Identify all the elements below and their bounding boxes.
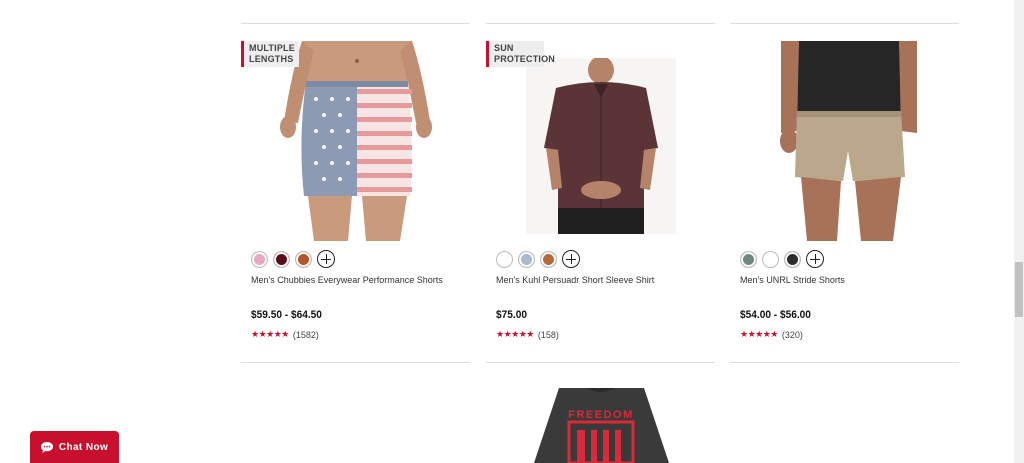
color-swatch-maroon[interactable] — [273, 250, 290, 268]
color-swatch-white[interactable] — [762, 250, 779, 268]
product-rating[interactable]: ★★★★★ (1582) — [251, 329, 319, 340]
color-swatch-black[interactable] — [784, 250, 801, 268]
color-swatch-rust[interactable] — [295, 250, 312, 268]
product-column: Men's UNRL Stride Shorts $54.00 - $56.00… — [730, 0, 959, 463]
chat-now-button[interactable]: Chat Now — [30, 431, 119, 463]
rating-count: (1582) — [292, 329, 319, 340]
product-rating[interactable]: ★★★★★ (158) — [496, 329, 559, 340]
color-swatch-sage[interactable] — [740, 250, 757, 268]
more-colors-icon[interactable] — [806, 250, 824, 268]
color-swatches — [496, 250, 580, 268]
product-image[interactable] — [751, 41, 939, 241]
chat-now-label: Chat Now — [58, 441, 109, 453]
product-column: SUN PROTECTION Men's Kuhl Persuadr Short… — [486, 0, 715, 463]
divider — [730, 362, 959, 363]
product-price: $75.00 — [496, 309, 527, 321]
page-scrollbar[interactable] — [1014, 0, 1024, 463]
color-swatch-white[interactable] — [496, 250, 513, 268]
star-rating-icon: ★★★★★ — [740, 329, 778, 339]
star-rating-icon: ★★★★★ — [496, 329, 534, 339]
color-swatch-pink[interactable] — [251, 250, 268, 268]
star-rating-icon: ★★★★★ — [251, 329, 289, 339]
rating-count: (158) — [537, 329, 559, 340]
color-swatches — [740, 250, 824, 268]
divider — [241, 362, 470, 363]
product-grid: MULTIPLE LENGTHS Men's Chubbies Everywea… — [241, 0, 959, 463]
product-rating[interactable]: ★★★★★ (320) — [740, 329, 803, 340]
product-badge: MULTIPLE LENGTHS — [241, 41, 299, 67]
divider — [486, 362, 715, 363]
product-card-kuhl-shirt[interactable]: SUN PROTECTION Men's Kuhl Persuadr Short… — [486, 24, 715, 362]
product-card-chubbies-shorts[interactable]: MULTIPLE LENGTHS Men's Chubbies Everywea… — [241, 24, 470, 362]
next-row-product-image[interactable]: FREEDOM — [519, 388, 684, 463]
product-image[interactable] — [526, 58, 676, 234]
more-colors-icon[interactable] — [562, 250, 580, 268]
product-badge: SUN PROTECTION — [486, 41, 555, 67]
scrollbar-thumb[interactable] — [1015, 262, 1023, 317]
product-image[interactable] — [262, 41, 450, 241]
color-swatch-light-blue[interactable] — [518, 250, 535, 268]
color-swatch-copper[interactable] — [540, 250, 557, 268]
more-colors-icon[interactable] — [317, 250, 335, 268]
chat-bubble-icon — [40, 441, 53, 453]
product-name[interactable]: Men's Kuhl Persuadr Short Sleeve Shirt — [496, 275, 654, 285]
shirt-print-text: FREEDOM — [568, 409, 634, 421]
color-swatches — [251, 250, 335, 268]
rating-count: (320) — [781, 329, 803, 340]
product-price: $54.00 - $56.00 — [740, 309, 811, 321]
product-column: MULTIPLE LENGTHS Men's Chubbies Everywea… — [241, 0, 470, 463]
product-price: $59.50 - $64.50 — [251, 309, 322, 321]
product-name[interactable]: Men's Chubbies Everywear Performance Sho… — [251, 275, 443, 285]
product-card-unrl-shorts[interactable]: Men's UNRL Stride Shorts $54.00 - $56.00… — [730, 24, 959, 362]
product-name[interactable]: Men's UNRL Stride Shorts — [740, 275, 845, 285]
